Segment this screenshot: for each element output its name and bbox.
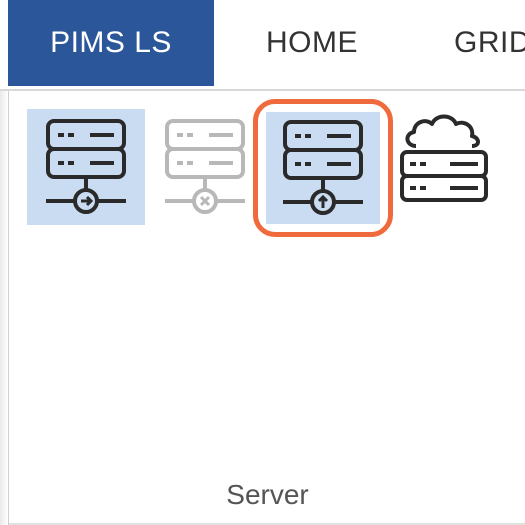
server-disconnect-button[interactable] [151, 109, 259, 225]
tab-home[interactable]: HOME [224, 0, 400, 86]
tab-grid[interactable]: GRID [432, 0, 525, 86]
ribbon-panel: Server [8, 91, 525, 525]
cloud-server-icon [400, 114, 488, 202]
ribbon-tabs: PIMS LS HOME GRID [0, 0, 525, 91]
server-disconnect-icon [165, 119, 245, 214]
server-upload-button[interactable] [253, 99, 393, 237]
server-connect-button[interactable] [27, 109, 145, 225]
server-upload-icon [283, 120, 363, 215]
ribbon-group-label: Server [226, 479, 309, 510]
app-window: PIMS LS HOME GRID Server [0, 0, 525, 525]
server-connect-icon [46, 119, 126, 214]
panel-edge [0, 91, 8, 525]
cloud-server-button[interactable] [389, 109, 499, 225]
tab-pims-ls[interactable]: PIMS LS [8, 0, 214, 86]
